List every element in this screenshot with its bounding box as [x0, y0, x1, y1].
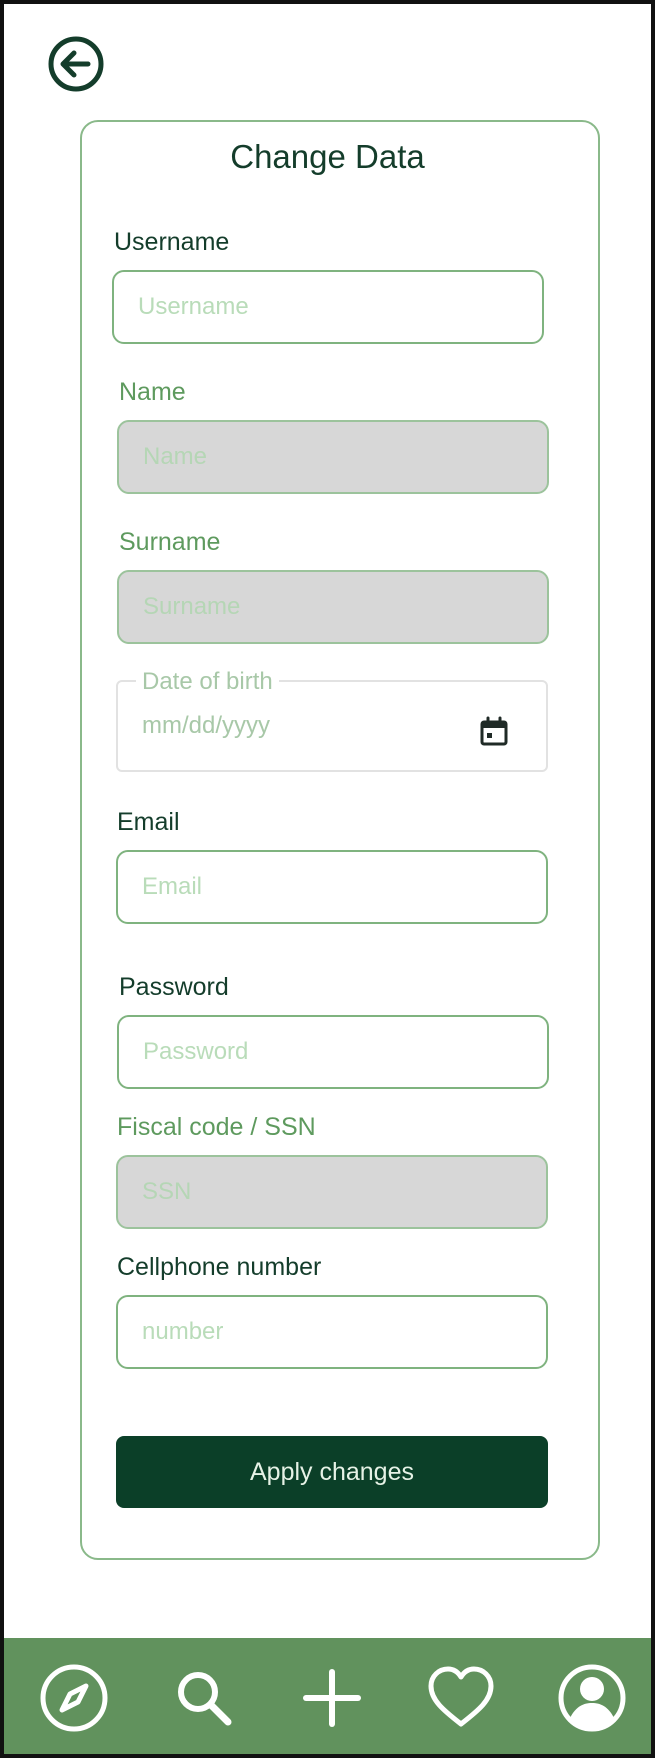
email-input[interactable] [116, 850, 548, 924]
date-of-birth-field[interactable]: Date of birth mm/dd/yyyy [116, 668, 548, 772]
nav-explore[interactable] [36, 1660, 112, 1736]
date-of-birth-label: Date of birth [136, 668, 279, 696]
surname-label: Surname [119, 528, 221, 556]
calendar-icon[interactable] [478, 716, 510, 748]
back-button[interactable] [46, 34, 106, 94]
apply-changes-button[interactable]: Apply changes [116, 1436, 548, 1508]
nav-profile[interactable] [554, 1660, 630, 1736]
password-label: Password [119, 973, 229, 1001]
nav-favorites[interactable] [423, 1660, 499, 1736]
search-icon [178, 1672, 232, 1726]
nav-search[interactable] [166, 1660, 242, 1736]
app-screen: Change Data Username Name Surname Date o… [0, 0, 655, 1758]
nav-add[interactable] [294, 1660, 370, 1736]
date-of-birth-value: mm/dd/yyyy [142, 712, 271, 739]
username-label: Username [114, 228, 230, 256]
compass-icon [40, 1664, 108, 1732]
name-input[interactable] [117, 420, 549, 494]
heart-icon [428, 1666, 494, 1727]
page-title: Change Data [230, 138, 425, 175]
plus-icon [303, 1669, 361, 1727]
bottom-nav [4, 1638, 651, 1754]
cellphone-input[interactable] [116, 1295, 548, 1369]
ssn-label: Fiscal code / SSN [117, 1113, 316, 1141]
password-input[interactable] [117, 1015, 549, 1089]
user-circle-icon [558, 1664, 626, 1732]
surname-input[interactable] [117, 570, 549, 644]
ssn-input[interactable] [116, 1155, 548, 1229]
username-input[interactable] [112, 270, 544, 344]
name-label: Name [119, 378, 186, 406]
arrow-left-circle-icon [48, 36, 104, 92]
cellphone-label: Cellphone number [117, 1253, 322, 1281]
email-label: Email [117, 808, 180, 836]
